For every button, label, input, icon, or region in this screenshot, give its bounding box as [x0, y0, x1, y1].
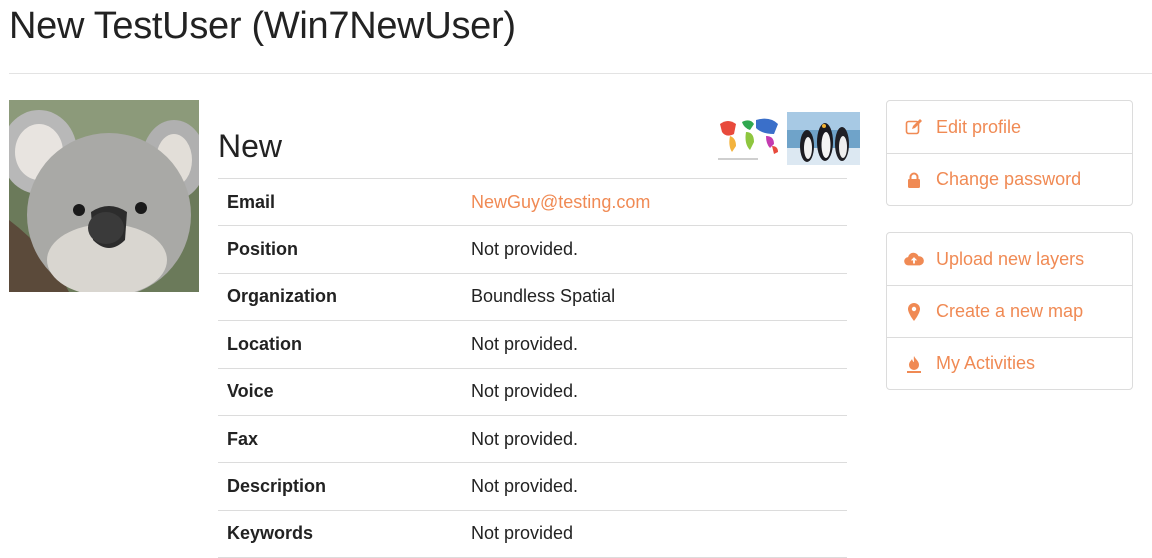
detail-value: Not provided. [471, 381, 579, 402]
table-row: Fax Not provided. [218, 415, 847, 462]
detail-label: Description [227, 476, 327, 497]
map-thumbnail-world[interactable] [714, 112, 784, 165]
table-row: Keywords Not provided [218, 510, 847, 558]
lock-icon [904, 170, 924, 190]
table-row: Organization Boundless Spatial [218, 273, 847, 320]
detail-value: Not provided. [471, 333, 579, 354]
detail-label: Fax [227, 428, 259, 449]
menu-item-label: My Activities [936, 353, 1036, 373]
menu-item-label: Change password [936, 169, 1082, 189]
detail-label: Position [227, 239, 298, 260]
avatar [9, 100, 199, 292]
actions-menu: Upload new layers Create a new map My Ac… [886, 232, 1133, 390]
header-divider [9, 73, 1152, 74]
upload-layers-link[interactable]: Upload new layers [887, 233, 1132, 285]
page-title: New TestUser (Win7NewUser) [9, 5, 516, 47]
table-row: Location Not provided. [218, 320, 847, 368]
detail-label: Voice [227, 381, 274, 402]
map-marker-icon [904, 302, 924, 322]
detail-label: Email [227, 191, 276, 212]
table-row: Description Not provided. [218, 462, 847, 510]
create-map-link[interactable]: Create a new map [887, 285, 1132, 337]
cloud-upload-icon [904, 249, 924, 269]
detail-value: Not provided [471, 523, 574, 544]
profile-details-table: Email NewGuy@testing.com Position Not pr… [218, 178, 847, 558]
detail-label: Organization [227, 286, 338, 307]
menu-item-label: Edit profile [936, 116, 1022, 137]
user-name: New [218, 128, 283, 164]
table-row: Email NewGuy@testing.com [218, 178, 847, 226]
detail-value: Not provided. [471, 476, 579, 497]
change-password-link[interactable]: Change password [887, 153, 1132, 205]
edit-profile-link[interactable]: Edit profile [887, 101, 1132, 153]
menu-item-label: Upload new layers [936, 248, 1085, 269]
map-thumbnail-penguins[interactable] [787, 112, 860, 165]
detail-value: Not provided. [471, 239, 579, 260]
edit-icon [904, 117, 924, 137]
table-row: Position Not provided. [218, 225, 847, 273]
email-link[interactable]: NewGuy@testing.com [463, 179, 847, 226]
account-menu: Edit profile Change password [886, 100, 1133, 206]
detail-value: Not provided. [471, 428, 579, 449]
detail-label: Location [227, 333, 302, 354]
menu-item-label: Create a new map [936, 301, 1084, 321]
detail-label: Keywords [227, 523, 314, 544]
my-activities-link[interactable]: My Activities [887, 337, 1132, 389]
detail-value: Boundless Spatial [471, 286, 616, 307]
table-row: Voice Not provided. [218, 368, 847, 415]
fire-icon [904, 354, 924, 374]
